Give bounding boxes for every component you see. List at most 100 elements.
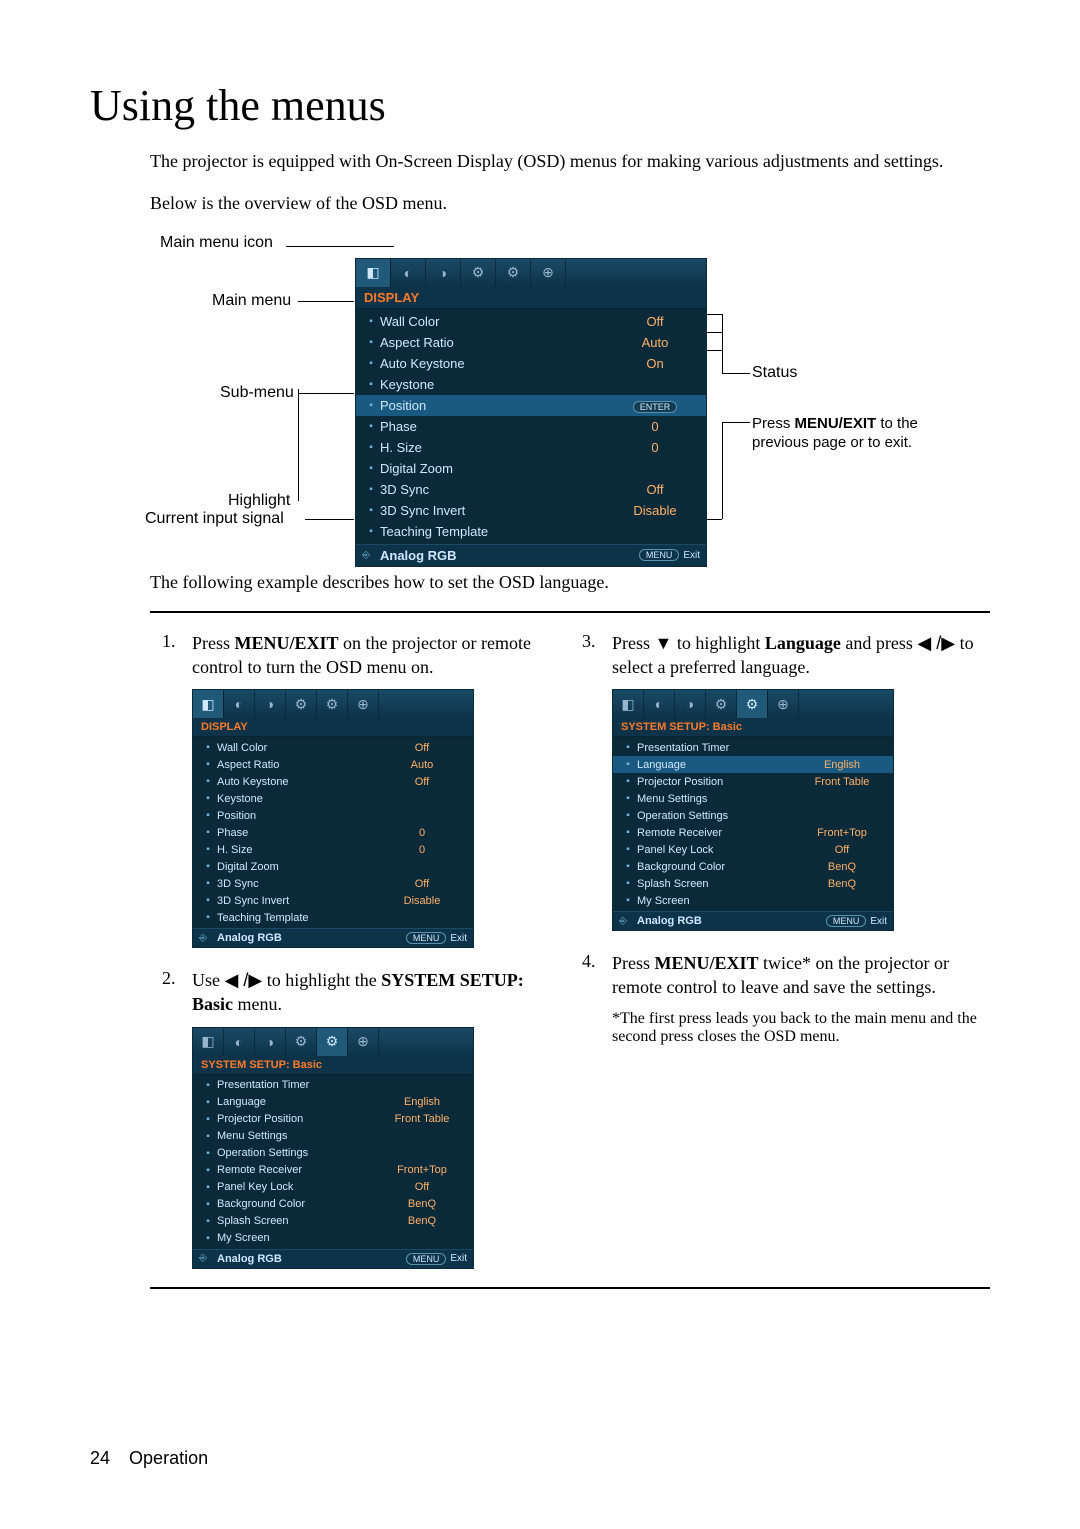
footer-exit[interactable]: Exit bbox=[870, 916, 887, 927]
instr-paragraph: The following example describes how to s… bbox=[150, 572, 990, 593]
osd-row[interactable]: ▪My Screen bbox=[613, 892, 893, 909]
osd-row[interactable]: ▪Remote ReceiverFront+Top bbox=[613, 824, 893, 841]
osd-row[interactable]: ▪Background ColorBenQ bbox=[613, 858, 893, 875]
label-main-menu: Main menu bbox=[212, 292, 291, 310]
label-sub-menu: Sub-menu bbox=[220, 384, 294, 402]
osd-row[interactable]: ▪Background ColorBenQ bbox=[193, 1196, 473, 1213]
footer-exit[interactable]: Exit bbox=[683, 550, 700, 561]
osd-tab-4[interactable]: ⚙ bbox=[317, 690, 348, 718]
osd-row[interactable]: ▪Projector PositionFront Table bbox=[613, 773, 893, 790]
osd-row[interactable]: ▪Keystone bbox=[356, 374, 706, 395]
osd-tab-0[interactable]: ◧ bbox=[613, 690, 644, 718]
osd-tab-3[interactable]: ⚙ bbox=[286, 690, 317, 718]
step-text-4: Press MENU/EXIT twice* on the projector … bbox=[612, 951, 978, 1000]
row-value: Off bbox=[377, 742, 467, 754]
osd-tab-2[interactable]: ◑ bbox=[255, 690, 286, 718]
osd-tab-5[interactable]: ⊕ bbox=[531, 259, 566, 287]
enter-indicator: ENTER bbox=[610, 398, 700, 413]
osd-tab-5[interactable]: ⊕ bbox=[768, 690, 799, 718]
osd-tab-3[interactable]: ⚙ bbox=[461, 259, 496, 287]
row-value: Disable bbox=[610, 503, 700, 518]
osd-tab-1[interactable]: ◐ bbox=[224, 690, 255, 718]
osd-row[interactable]: ▪My Screen bbox=[193, 1230, 473, 1247]
osd-row[interactable]: ▪H. Size0 bbox=[356, 437, 706, 458]
osd-row[interactable]: ▪Teaching Template bbox=[356, 521, 706, 542]
osd-tab-3[interactable]: ⚙ bbox=[706, 690, 737, 718]
osd-tab-2[interactable]: ◑ bbox=[255, 1028, 286, 1056]
osd-row[interactable]: ▪Teaching Template bbox=[193, 909, 473, 926]
row-name: Splash Screen bbox=[217, 1215, 377, 1227]
row-name: Splash Screen bbox=[637, 878, 797, 890]
osd-tab-2[interactable]: ◑ bbox=[426, 259, 461, 287]
osd-tab-4[interactable]: ⚙ bbox=[496, 259, 531, 287]
osd-row[interactable]: ▪Auto KeystoneOff bbox=[193, 773, 473, 790]
osd-tab-1[interactable]: ◐ bbox=[391, 259, 426, 287]
osd-row[interactable]: ▪Aspect RatioAuto bbox=[356, 332, 706, 353]
osd-tab-1[interactable]: ◐ bbox=[224, 1028, 255, 1056]
footer-exit[interactable]: Exit bbox=[450, 1253, 467, 1264]
footer-exit[interactable]: Exit bbox=[450, 933, 467, 944]
row-value: 0 bbox=[377, 844, 467, 856]
osd-row[interactable]: ▪LanguageEnglish bbox=[193, 1094, 473, 1111]
osd-row[interactable]: ▪Phase0 bbox=[193, 824, 473, 841]
row-name: My Screen bbox=[217, 1232, 377, 1244]
row-name: Presentation Timer bbox=[637, 742, 797, 754]
osd-row[interactable]: ▪PositionENTER bbox=[356, 395, 706, 416]
osd-tab-5[interactable]: ⊕ bbox=[348, 1028, 379, 1056]
osd-row[interactable]: ▪Remote ReceiverFront+Top bbox=[193, 1162, 473, 1179]
row-name: Language bbox=[637, 759, 797, 771]
step-number-3: 3. bbox=[582, 631, 612, 680]
osd-tab-4[interactable]: ⚙ bbox=[737, 690, 768, 718]
osd-row[interactable]: ▪Operation Settings bbox=[613, 807, 893, 824]
osd-row[interactable]: ▪Keystone bbox=[193, 790, 473, 807]
osd-row[interactable]: ▪Panel Key LockOff bbox=[613, 841, 893, 858]
footer-menu-btn[interactable]: MENU bbox=[639, 549, 680, 561]
osd-row[interactable]: ▪Splash ScreenBenQ bbox=[613, 875, 893, 892]
osd-row[interactable]: ▪Wall ColorOff bbox=[356, 311, 706, 332]
osd-row[interactable]: ▪H. Size0 bbox=[193, 841, 473, 858]
osd-tab-1[interactable]: ◐ bbox=[644, 690, 675, 718]
step-number-2: 2. bbox=[162, 968, 192, 1017]
osd-row[interactable]: ▪Menu Settings bbox=[613, 790, 893, 807]
row-value: BenQ bbox=[377, 1215, 467, 1227]
osd-row[interactable]: ▪Phase0 bbox=[356, 416, 706, 437]
osd-row[interactable]: ▪Digital Zoom bbox=[356, 458, 706, 479]
osd-tab-5[interactable]: ⊕ bbox=[348, 690, 379, 718]
osd-row[interactable]: ▪Panel Key LockOff bbox=[193, 1179, 473, 1196]
row-name: Position bbox=[217, 810, 377, 822]
osd-tab-3[interactable]: ⚙ bbox=[286, 1028, 317, 1056]
row-value: Auto bbox=[377, 759, 467, 771]
osd-row[interactable]: ▪Menu Settings bbox=[193, 1128, 473, 1145]
osd-row[interactable]: ▪Wall ColorOff bbox=[193, 739, 473, 756]
row-icon: ▪ bbox=[619, 759, 637, 770]
osd-tab-4[interactable]: ⚙ bbox=[317, 1028, 348, 1056]
label-status: Status bbox=[752, 364, 797, 382]
osd-row[interactable]: ▪Digital Zoom bbox=[193, 858, 473, 875]
footer-menu-btn[interactable]: MENU bbox=[826, 915, 867, 927]
osd-row[interactable]: ▪3D Sync InvertDisable bbox=[356, 500, 706, 521]
row-icon: ▪ bbox=[362, 442, 380, 453]
row-value: BenQ bbox=[797, 878, 887, 890]
row-name: Panel Key Lock bbox=[637, 844, 797, 856]
footer-menu-btn[interactable]: MENU bbox=[406, 932, 447, 944]
osd-row[interactable]: ▪3D SyncOff bbox=[193, 875, 473, 892]
osd-row[interactable]: ▪LanguageEnglish bbox=[613, 756, 893, 773]
osd-row[interactable]: ▪Auto KeystoneOn bbox=[356, 353, 706, 374]
osd-row[interactable]: ▪Position bbox=[193, 807, 473, 824]
osd-row[interactable]: ▪3D SyncOff bbox=[356, 479, 706, 500]
row-icon: ▪ bbox=[362, 400, 380, 411]
osd-tab-0[interactable]: ◧ bbox=[356, 259, 391, 287]
osd-row[interactable]: ▪Presentation Timer bbox=[193, 1077, 473, 1094]
row-name: Wall Color bbox=[380, 314, 610, 329]
osd-tab-2[interactable]: ◑ bbox=[675, 690, 706, 718]
osd-tab-0[interactable]: ◧ bbox=[193, 1028, 224, 1056]
osd-row[interactable]: ▪Splash ScreenBenQ bbox=[193, 1213, 473, 1230]
footer-menu-btn[interactable]: MENU bbox=[406, 1253, 447, 1265]
osd-row[interactable]: ▪3D Sync InvertDisable bbox=[193, 892, 473, 909]
osd-tab-0[interactable]: ◧ bbox=[193, 690, 224, 718]
osd-row[interactable]: ▪Operation Settings bbox=[193, 1145, 473, 1162]
osd-row[interactable]: ▪Presentation Timer bbox=[613, 739, 893, 756]
osd-panel-overview: ◧◐◑⚙⚙⊕DISPLAY▪Wall ColorOff▪Aspect Ratio… bbox=[355, 258, 707, 567]
osd-row[interactable]: ▪Projector PositionFront Table bbox=[193, 1111, 473, 1128]
osd-row[interactable]: ▪Aspect RatioAuto bbox=[193, 756, 473, 773]
